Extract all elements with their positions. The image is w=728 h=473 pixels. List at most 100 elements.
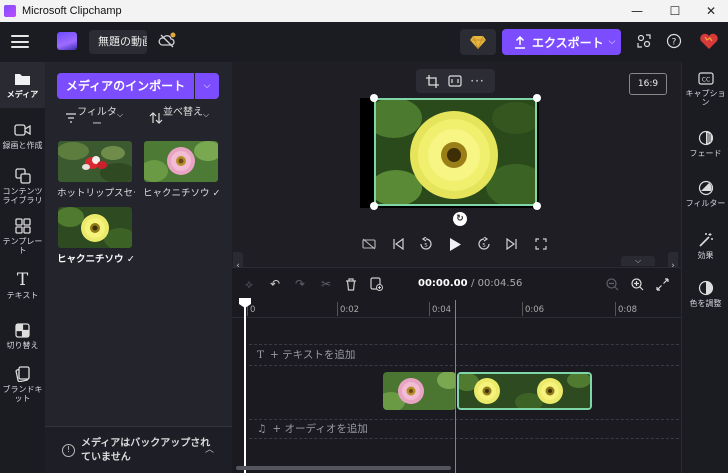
chevron-down-icon: ⌵ <box>203 110 210 119</box>
account-switch-icon[interactable] <box>635 32 653 50</box>
preview-video-frame[interactable] <box>374 98 537 206</box>
import-media-button[interactable]: メディアのインポート <box>57 73 194 99</box>
ruler-tick: 0:08 <box>618 305 638 315</box>
media-thumbnail-label: ヒャクニチソウ ✓ <box>143 188 221 199</box>
filter-lines-icon <box>66 113 76 123</box>
nav-item-text[interactable]: T テキスト <box>0 271 45 306</box>
text-track[interactable]: T + テキストを追加 <box>249 344 679 366</box>
video-preview-area: ··· 16:9 ↻ 5 5 <box>232 62 681 267</box>
fit-screen-icon[interactable] <box>448 75 462 87</box>
svg-text:5: 5 <box>425 243 429 249</box>
zoom-out-icon[interactable] <box>604 276 620 292</box>
right-item-label: フィルター <box>685 199 726 208</box>
premium-button[interactable] <box>460 29 496 55</box>
media-thumbnail-hotlips-sage[interactable] <box>58 141 132 182</box>
rewind-5-icon[interactable]: 5 <box>417 235 435 253</box>
nav-item-media[interactable]: メディア <box>0 62 45 108</box>
svg-text:CC: CC <box>701 76 709 83</box>
nav-label: テキスト <box>6 291 39 300</box>
resize-handle[interactable] <box>370 202 378 210</box>
rotate-handle-icon[interactable]: ↻ <box>453 212 467 226</box>
nav-item-record[interactable]: 録画と作成 <box>0 122 45 162</box>
right-item-captions[interactable]: CC キャプション <box>682 70 728 107</box>
template-grid-icon <box>14 218 32 234</box>
ruler-tick: 0:04 <box>432 305 452 315</box>
cc-icon: CC <box>697 70 715 86</box>
minimize-button[interactable]: — <box>618 0 656 22</box>
filter-button[interactable]: フィルター ⌵ <box>65 107 123 137</box>
nav-item-templates[interactable]: テンプレート <box>0 216 45 260</box>
help-icon[interactable]: ? <box>665 32 683 50</box>
chevron-up-icon[interactable]: ︿ <box>205 442 214 455</box>
playhead[interactable] <box>239 298 251 473</box>
filter-icon <box>697 180 715 196</box>
music-note-icon: ♫ <box>257 423 267 435</box>
video-clip-yellow-zinnia[interactable] <box>457 372 592 410</box>
media-panel: メディアのインポート ⌵ フィルター ⌵ 並べ替え ⌵ ホットリップスセージ <box>45 62 232 473</box>
filter-label: フィルター <box>77 107 117 130</box>
folder-icon <box>14 71 32 87</box>
undo-icon[interactable]: ↶ <box>267 276 283 292</box>
collapse-timeline-icon[interactable]: ⌵ <box>621 256 655 266</box>
diamond-icon <box>470 35 486 49</box>
text-T-icon: T <box>257 349 265 361</box>
more-options-icon[interactable]: ··· <box>470 74 484 88</box>
resize-handle[interactable] <box>533 202 541 210</box>
fit-timeline-icon[interactable] <box>654 276 670 292</box>
export-button[interactable]: エクスポート ⌵ <box>502 29 621 55</box>
content-library-icon <box>14 168 32 184</box>
crop-icon[interactable] <box>426 74 440 88</box>
add-media-icon[interactable] <box>368 276 384 292</box>
backup-notice[interactable]: ! メディアはバックアップされていません ︿ <box>45 426 232 473</box>
svg-text:?: ? <box>672 38 677 48</box>
delete-icon[interactable] <box>343 276 359 292</box>
cloud-off-icon[interactable] <box>158 32 176 50</box>
fade-icon <box>697 130 715 146</box>
info-icon: ! <box>62 444 75 457</box>
right-item-fade[interactable]: フェード <box>682 130 728 158</box>
nav-label: ブランドキット <box>2 385 43 403</box>
clipchamp-app-icon <box>4 5 16 17</box>
maximize-button[interactable]: ☐ <box>656 0 694 22</box>
color-adjust-icon <box>697 280 715 296</box>
import-options-button[interactable]: ⌵ <box>195 73 219 99</box>
add-audio-label: + オーディオを追加 <box>272 423 368 435</box>
timeline-horizontal-scrollbar[interactable] <box>236 466 451 470</box>
forward-5-icon[interactable]: 5 <box>475 235 493 253</box>
media-thumbnail-label: ホットリップスセージ <box>57 188 135 199</box>
right-item-color-adjust[interactable]: 色を調整 <box>682 280 728 308</box>
project-name-field[interactable]: 無題の動画 <box>89 30 147 54</box>
skip-forward-icon[interactable] <box>503 235 521 253</box>
scissors-icon[interactable]: ✂ <box>318 276 334 292</box>
menu-icon[interactable] <box>11 35 29 48</box>
media-thumbnail-zinnia-yellow[interactable] <box>58 207 132 248</box>
media-thumbnail-label: ヒャクニチソウ ✓ <box>57 254 135 265</box>
heart-icon[interactable] <box>698 32 720 50</box>
right-item-effects[interactable]: 効果 <box>682 232 728 260</box>
resize-handle[interactable] <box>533 94 541 102</box>
zoom-in-icon[interactable] <box>629 276 645 292</box>
right-item-filters[interactable]: フィルター <box>682 180 728 208</box>
magnet-icon[interactable]: ⟡ <box>241 276 257 292</box>
redo-icon[interactable]: ↷ <box>292 276 308 292</box>
export-label: エクスポート <box>532 35 604 50</box>
nav-label: 録画と作成 <box>2 141 43 150</box>
nav-item-content-library[interactable]: コンテンツライブラリ <box>0 166 45 212</box>
upload-icon <box>515 35 525 49</box>
right-item-label: 色を調整 <box>689 299 722 308</box>
play-icon[interactable] <box>446 235 464 253</box>
nav-item-transitions[interactable]: 切り替え <box>0 322 45 356</box>
resize-handle[interactable] <box>370 94 378 102</box>
audio-track[interactable]: ♫ + オーディオを追加 <box>249 419 679 439</box>
fullscreen-icon[interactable] <box>532 235 550 253</box>
sort-button[interactable]: 並べ替え ⌵ <box>149 107 209 137</box>
close-button[interactable]: ✕ <box>692 0 728 22</box>
media-thumbnail-zinnia-pink[interactable] <box>144 141 218 182</box>
aspect-ratio-button[interactable]: 16:9 <box>629 73 667 95</box>
sort-label: 並べ替え <box>163 107 203 118</box>
skip-back-icon[interactable] <box>389 235 407 253</box>
video-clip-pink-zinnia[interactable] <box>383 372 456 410</box>
nav-item-brand-kit[interactable]: ブランドキット <box>0 366 45 412</box>
timeline-ruler[interactable]: 0 0:02 0:04 0:06 0:08 <box>232 300 681 318</box>
hide-preview-icon[interactable] <box>360 235 378 253</box>
